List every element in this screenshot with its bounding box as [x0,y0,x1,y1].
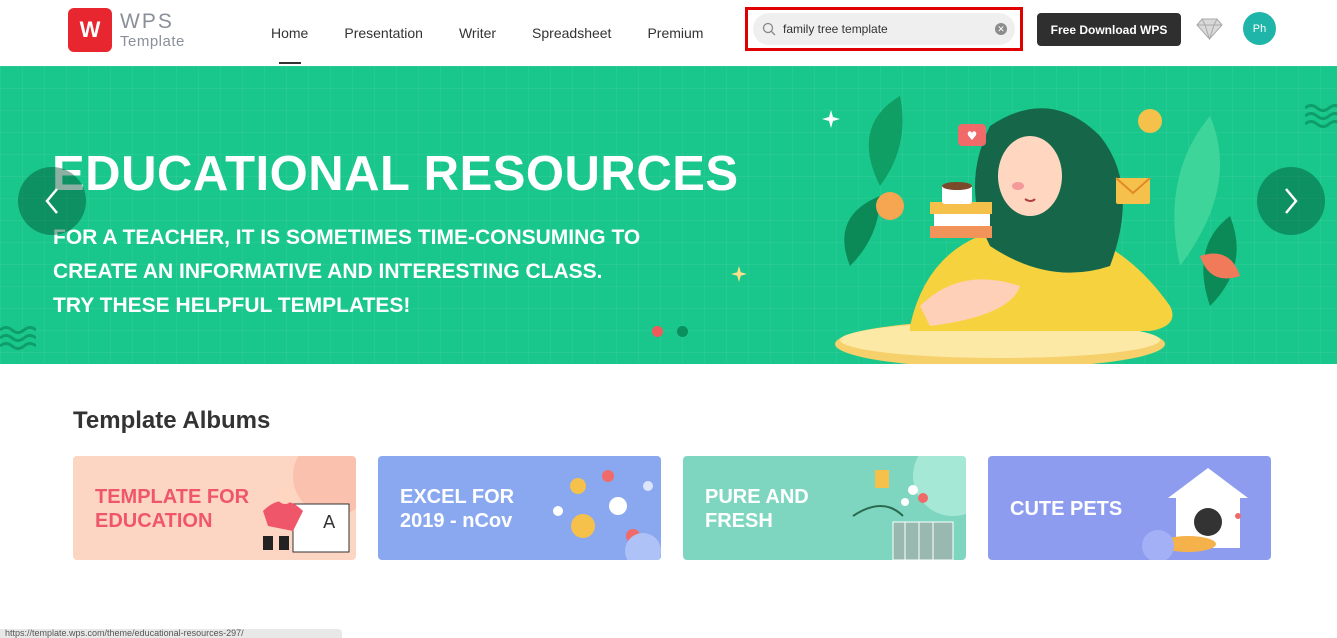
banner-title: EDUCATIONAL RESOURCES [52,147,739,201]
banner-subtitle-line: TRY THESE HELPFUL TEMPLATES! [53,294,411,317]
user-avatar[interactable]: Ph [1243,12,1276,45]
chevron-right-icon [1285,188,1298,214]
free-download-button[interactable]: Free Download WPS [1037,13,1181,46]
album-card-education[interactable]: A TEMPLATE FOR EDUCATION [73,456,356,560]
svg-text:♥: ♥ [967,129,978,143]
album-list: A TEMPLATE FOR EDUCATION EXCEL FOR 2019 … [73,456,1271,560]
album-card-excel-ncov[interactable]: EXCEL FOR 2019 - nCov [378,456,661,560]
svg-text:A: A [323,512,336,533]
chevron-left-icon [45,188,58,214]
diamond-icon[interactable] [1196,17,1223,41]
banner-pagination [652,326,688,337]
nav-presentation[interactable]: Presentation [331,0,436,66]
album-label-line: 2019 - nCov [400,510,513,532]
nav-home[interactable]: Home [258,0,321,66]
logo-text: WPS Template [120,11,185,49]
search-input[interactable] [783,22,995,36]
search-highlight: ✕ [745,7,1023,51]
banner-subtitle: FOR A TEACHER, IT IS SOMETIMES TIME-CONS… [53,221,693,323]
logo-line2: Template [120,33,185,50]
clear-search-icon[interactable]: ✕ [995,23,1007,35]
header: W WPS Template Home Presentation Writer … [0,0,1337,66]
main-nav: Home Presentation Writer Spreadsheet Pre… [258,0,726,66]
album-label: EXCEL FOR 2019 - nCov [400,485,514,533]
teacher-illustration: ♥ [835,96,1240,364]
album-label-line: EDUCATION [95,510,213,532]
album-label-line: FRESH [705,510,773,532]
banner-next-button[interactable] [1257,167,1325,235]
logo-line1: WPS [120,10,174,33]
template-albums-title: Template Albums [73,407,271,434]
sparkle-icon [731,266,747,282]
banner-prev-button[interactable] [18,167,86,235]
nav-spreadsheet[interactable]: Spreadsheet [519,0,624,66]
nav-premium[interactable]: Premium [634,0,716,66]
search-box[interactable]: ✕ [753,13,1015,45]
album-art-virus [553,470,661,560]
wave-decoration-icon [1305,104,1337,128]
album-label-line: TEMPLATE FOR [95,486,250,508]
album-art-plant [852,456,966,560]
nav-writer[interactable]: Writer [446,0,509,66]
wps-logo-icon: W [68,8,112,52]
pagination-dot-1[interactable] [652,326,663,337]
album-card-pure-fresh[interactable]: PURE AND FRESH [683,456,966,560]
hero-banner[interactable]: EDUCATIONAL RESOURCES FOR A TEACHER, IT … [0,66,1337,364]
banner-subtitle-line: FOR A TEACHER, IT IS SOMETIMES TIME-CONS… [53,226,641,249]
album-label: TEMPLATE FOR EDUCATION [95,485,249,533]
album-label: PURE AND FRESH [705,485,809,533]
wave-decoration-icon [0,326,36,350]
wps-template-logo[interactable]: W WPS Template [68,8,193,52]
pagination-dot-2[interactable] [677,326,688,337]
album-label-line: CUTE PETS [1010,498,1123,520]
album-label-line: PURE AND [705,486,809,508]
search-icon[interactable] [761,21,777,37]
sparkle-icon [822,110,840,128]
album-label-line: EXCEL FOR [400,486,515,508]
album-label: CUTE PETS [1010,497,1122,521]
browser-status-bar: https://template.wps.com/theme/education… [0,629,342,638]
banner-subtitle-line: CREATE AN INFORMATIVE AND INTERESTING CL… [53,260,603,283]
album-card-cute-pets[interactable]: CUTE PETS [988,456,1271,560]
album-art-pets [1142,468,1248,560]
